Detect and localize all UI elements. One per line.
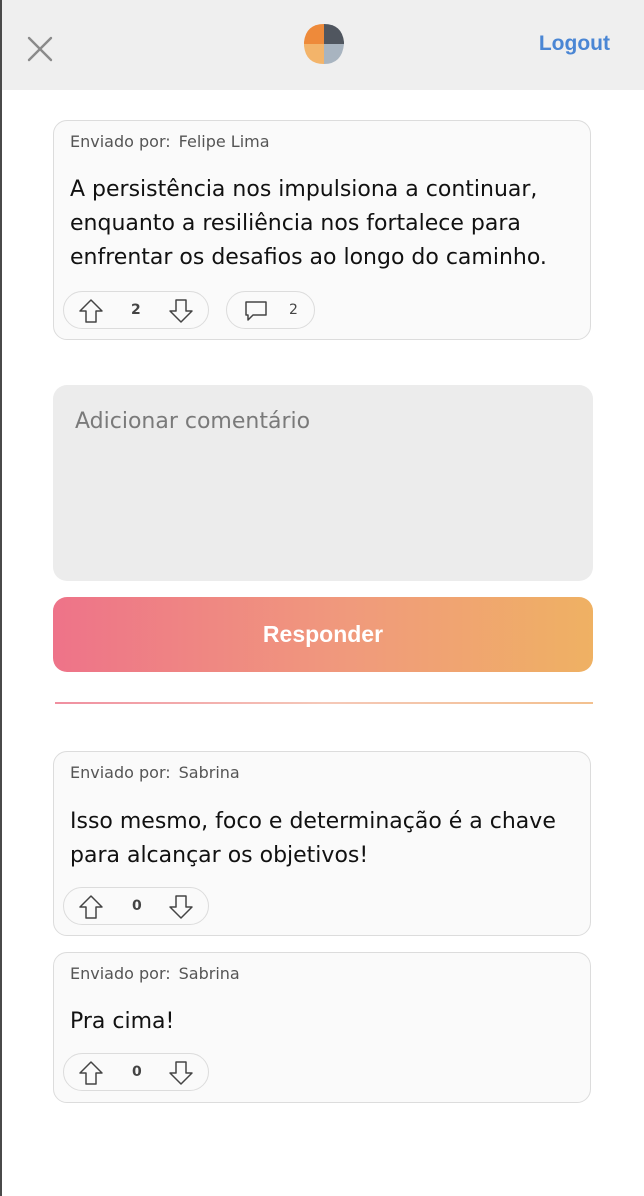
comment-input[interactable] [53, 385, 593, 581]
reply-vote-count: 0 [132, 1064, 142, 1080]
post-comments-button[interactable]: 2 [226, 291, 315, 329]
sent-by-label: Enviado por: [70, 132, 171, 151]
upvote-arrow-icon[interactable] [78, 894, 104, 920]
post-card: Enviado por: Felipe Lima A persistência n… [53, 120, 591, 340]
reply-meta: Enviado por: Sabrina [70, 763, 240, 782]
downvote-arrow-icon[interactable] [168, 894, 194, 920]
app-screen: Logout Enviado por: Felipe Lima A persist… [0, 0, 644, 1196]
post-meta: Enviado por: Felipe Lima [70, 132, 270, 151]
top-bar: Logout [2, 0, 644, 90]
reply-text: Isso mesmo, foco e determinação é a chav… [70, 809, 556, 868]
post-author: Felipe Lima [178, 132, 270, 151]
reply-author: Sabrina [178, 964, 240, 983]
upvote-arrow-icon[interactable] [78, 298, 104, 324]
downvote-arrow-icon[interactable] [168, 298, 194, 324]
reply-card: Enviado por: Sabrina Pra cima! 0 [53, 952, 591, 1103]
sent-by-label: Enviado por: [70, 964, 171, 983]
reply-button[interactable]: Responder [53, 597, 593, 672]
post-text: A persistência nos impulsiona a continua… [70, 177, 547, 270]
reply-meta: Enviado por: Sabrina [70, 964, 240, 983]
divider [55, 702, 593, 704]
logout-button[interactable]: Logout [539, 32, 610, 56]
post-vote-control: 2 [63, 291, 209, 329]
post-vote-count: 2 [131, 302, 141, 318]
reply-vote-count: 0 [132, 898, 142, 914]
comment-bubble-icon [245, 301, 267, 321]
comment-input-container [53, 385, 593, 581]
reply-vote-control: 0 [63, 887, 209, 925]
reply-vote-control: 0 [63, 1053, 209, 1091]
reply-text: Pra cima! [70, 1009, 175, 1034]
post-comment-count: 2 [289, 302, 298, 318]
downvote-arrow-icon[interactable] [168, 1060, 194, 1086]
reply-card: Enviado por: Sabrina Isso mesmo, foco e d… [53, 751, 591, 936]
reply-author: Sabrina [178, 763, 240, 782]
close-icon[interactable] [24, 33, 56, 65]
upvote-arrow-icon[interactable] [78, 1060, 104, 1086]
app-logo [304, 24, 344, 64]
sent-by-label: Enviado por: [70, 763, 171, 782]
